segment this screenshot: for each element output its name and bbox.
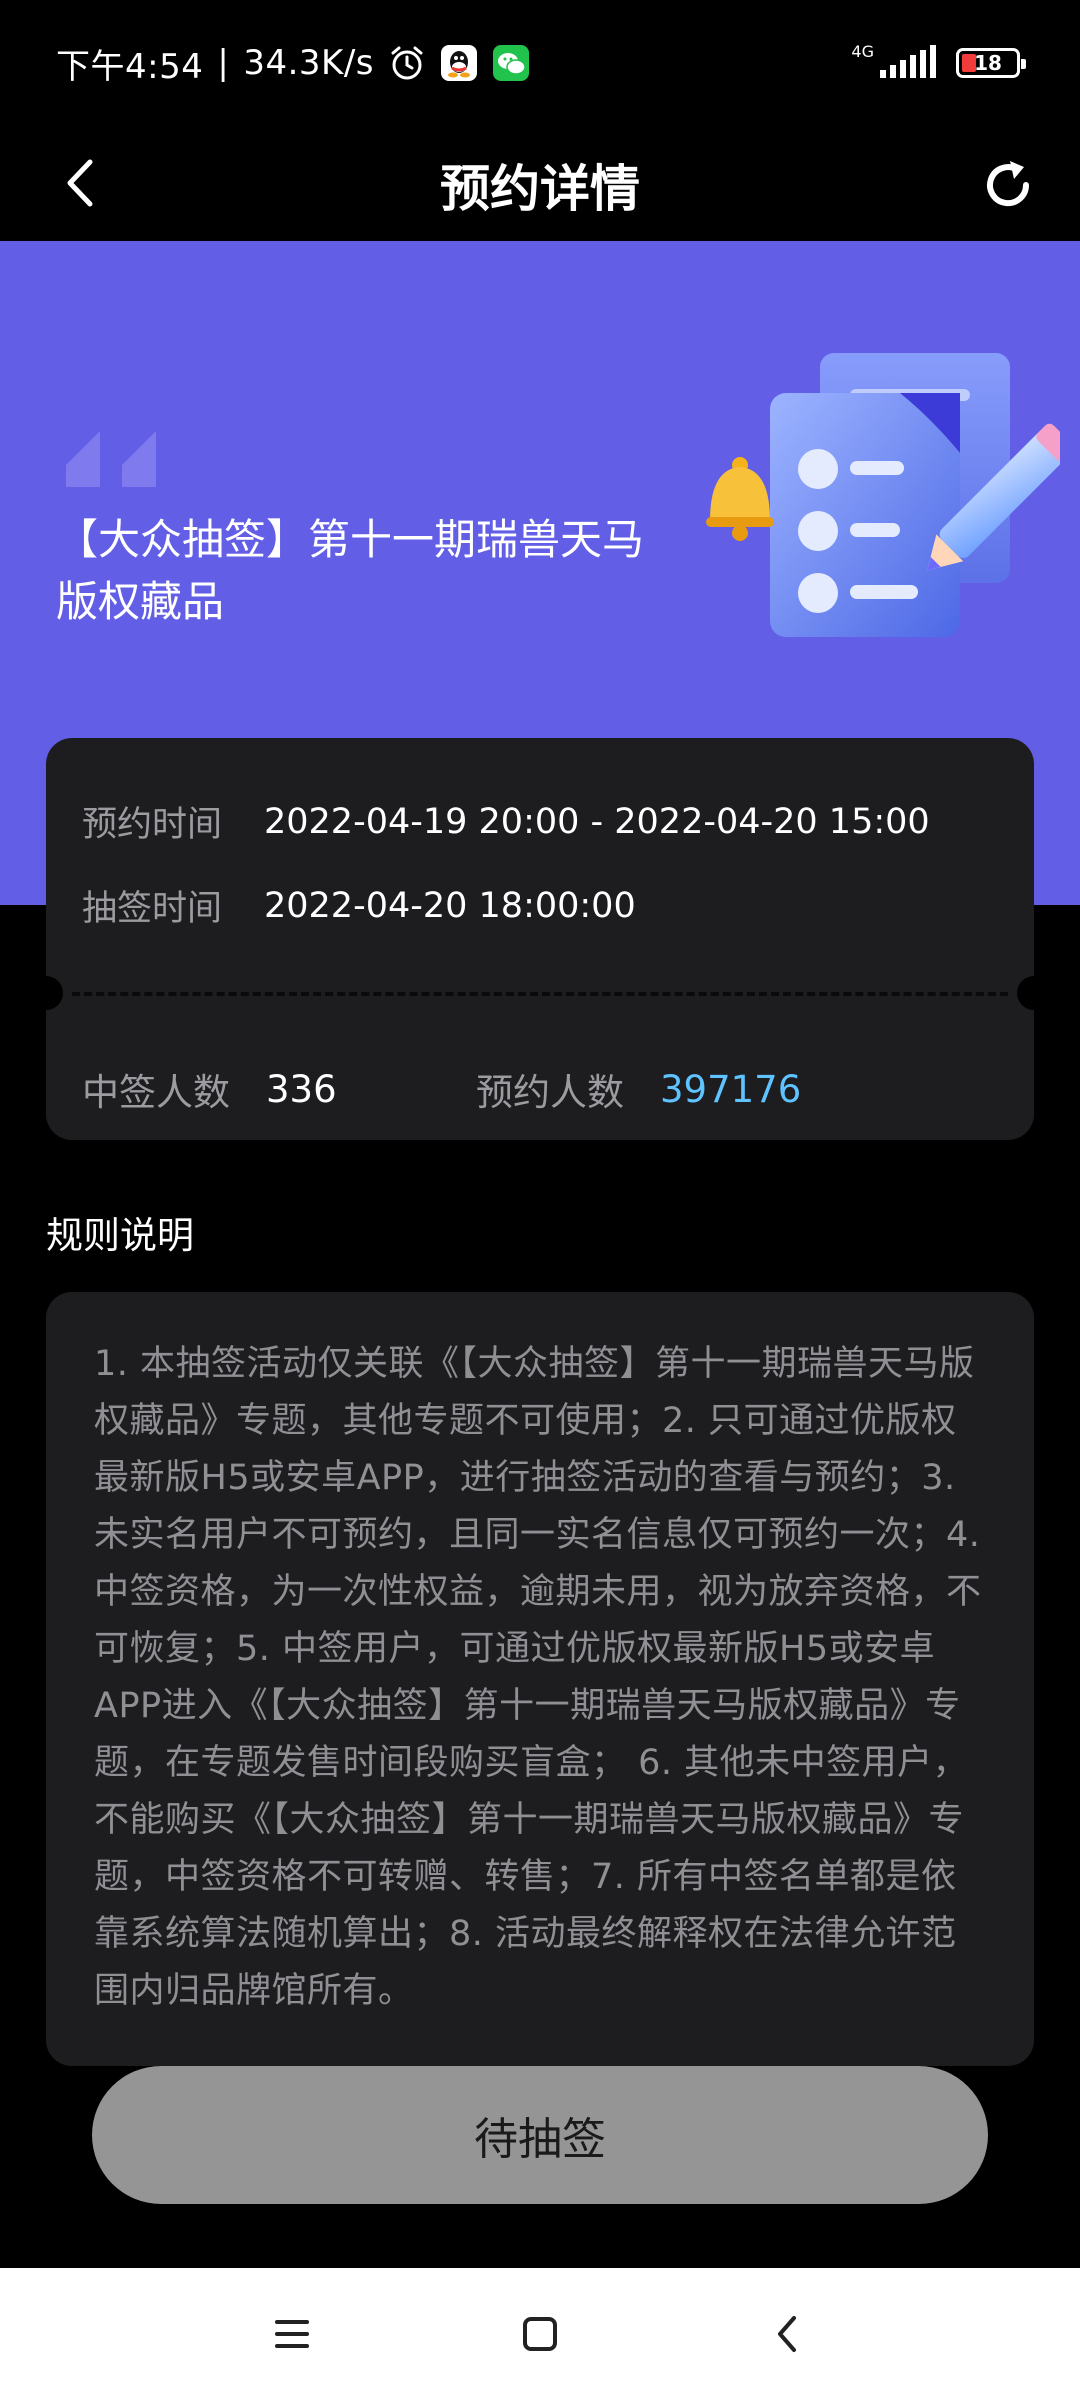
info-card: 预约时间 2022-04-19 20:00 - 2022-04-20 15:00… <box>29 738 1051 1140</box>
rules-heading: 规则说明 <box>46 1214 194 1257</box>
qq-icon <box>440 44 478 82</box>
reserve-time-value: 2022-04-19 20:00 - 2022-04-20 15:00 <box>264 801 930 842</box>
card-notch-left <box>29 976 63 1010</box>
alarm-icon <box>388 44 426 82</box>
refresh-icon <box>987 161 1030 207</box>
winners-stat: 中签人数 336 <box>82 1062 337 1116</box>
signal-icon <box>880 44 940 82</box>
status-speed: 34.3K/s <box>243 43 374 83</box>
winners-label: 中签人数 <box>82 1071 230 1114</box>
network-type: 4G <box>851 41 874 61</box>
reservations-label: 预约人数 <box>476 1071 624 1114</box>
status-right: 4G 18 <box>851 40 1026 86</box>
reserve-time-label: 预约时间 <box>82 805 223 845</box>
divider <box>72 992 1008 996</box>
reserve-time-row: 预约时间 2022-04-19 20:00 - 2022-04-20 15:00 <box>82 796 930 847</box>
nav-bar: 预约详情 <box>0 125 1080 241</box>
pending-draw-label: 待抽签 <box>474 2114 606 2165</box>
status-time: 下午4:54 <box>56 46 204 87</box>
rules-card: 1. 本抽签活动仅关联《【大众抽签】第十一期瑞兽天马版权藏品》专题，其他专题不可… <box>46 1292 1034 2066</box>
menu-button[interactable] <box>253 2294 333 2374</box>
refresh-button[interactable] <box>976 153 1040 217</box>
draw-time-row: 抽签时间 2022-04-20 18:00:00 <box>82 880 636 931</box>
card-notch-right <box>1017 976 1051 1010</box>
system-nav-bar <box>0 2268 1080 2400</box>
winners-value: 336 <box>266 1067 337 1111</box>
pending-draw-button[interactable]: 待抽签 <box>92 2066 988 2204</box>
menu-icon <box>275 2320 310 2348</box>
system-back-button[interactable] <box>747 2294 827 2374</box>
battery-icon: 18 <box>956 48 1026 78</box>
status-left: 下午4:54 | 34.3K/s <box>56 36 530 90</box>
draw-time-value: 2022-04-20 18:00:00 <box>264 885 636 926</box>
rules-text: 1. 本抽签活动仅关联《【大众抽签】第十一期瑞兽天马版权藏品》专题，其他专题不可… <box>94 1344 982 2011</box>
reservations-stat: 预约人数 397176 <box>476 1062 801 1116</box>
reservations-value: 397176 <box>660 1067 802 1111</box>
home-square-icon <box>522 2317 557 2351</box>
home-button[interactable] <box>500 2294 580 2374</box>
document-illustration-icon <box>706 353 1060 637</box>
back-icon <box>777 2316 796 2352</box>
hero-title: 【大众抽签】第十一期瑞兽天马版权藏品 <box>56 515 645 626</box>
page-title: 预约详情 <box>440 160 640 218</box>
quote-icon <box>66 431 156 487</box>
draw-time-label: 抽签时间 <box>82 889 223 929</box>
wechat-icon <box>492 44 530 82</box>
page: 下午4:54 | 34.3K/s 4G 18 预约详情 【大众抽签】第十一期瑞兽… <box>0 0 1080 2400</box>
battery-level: 18 <box>974 51 1002 75</box>
status-bar: 下午4:54 | 34.3K/s 4G 18 <box>0 0 1080 125</box>
status-divider: | <box>217 43 230 83</box>
